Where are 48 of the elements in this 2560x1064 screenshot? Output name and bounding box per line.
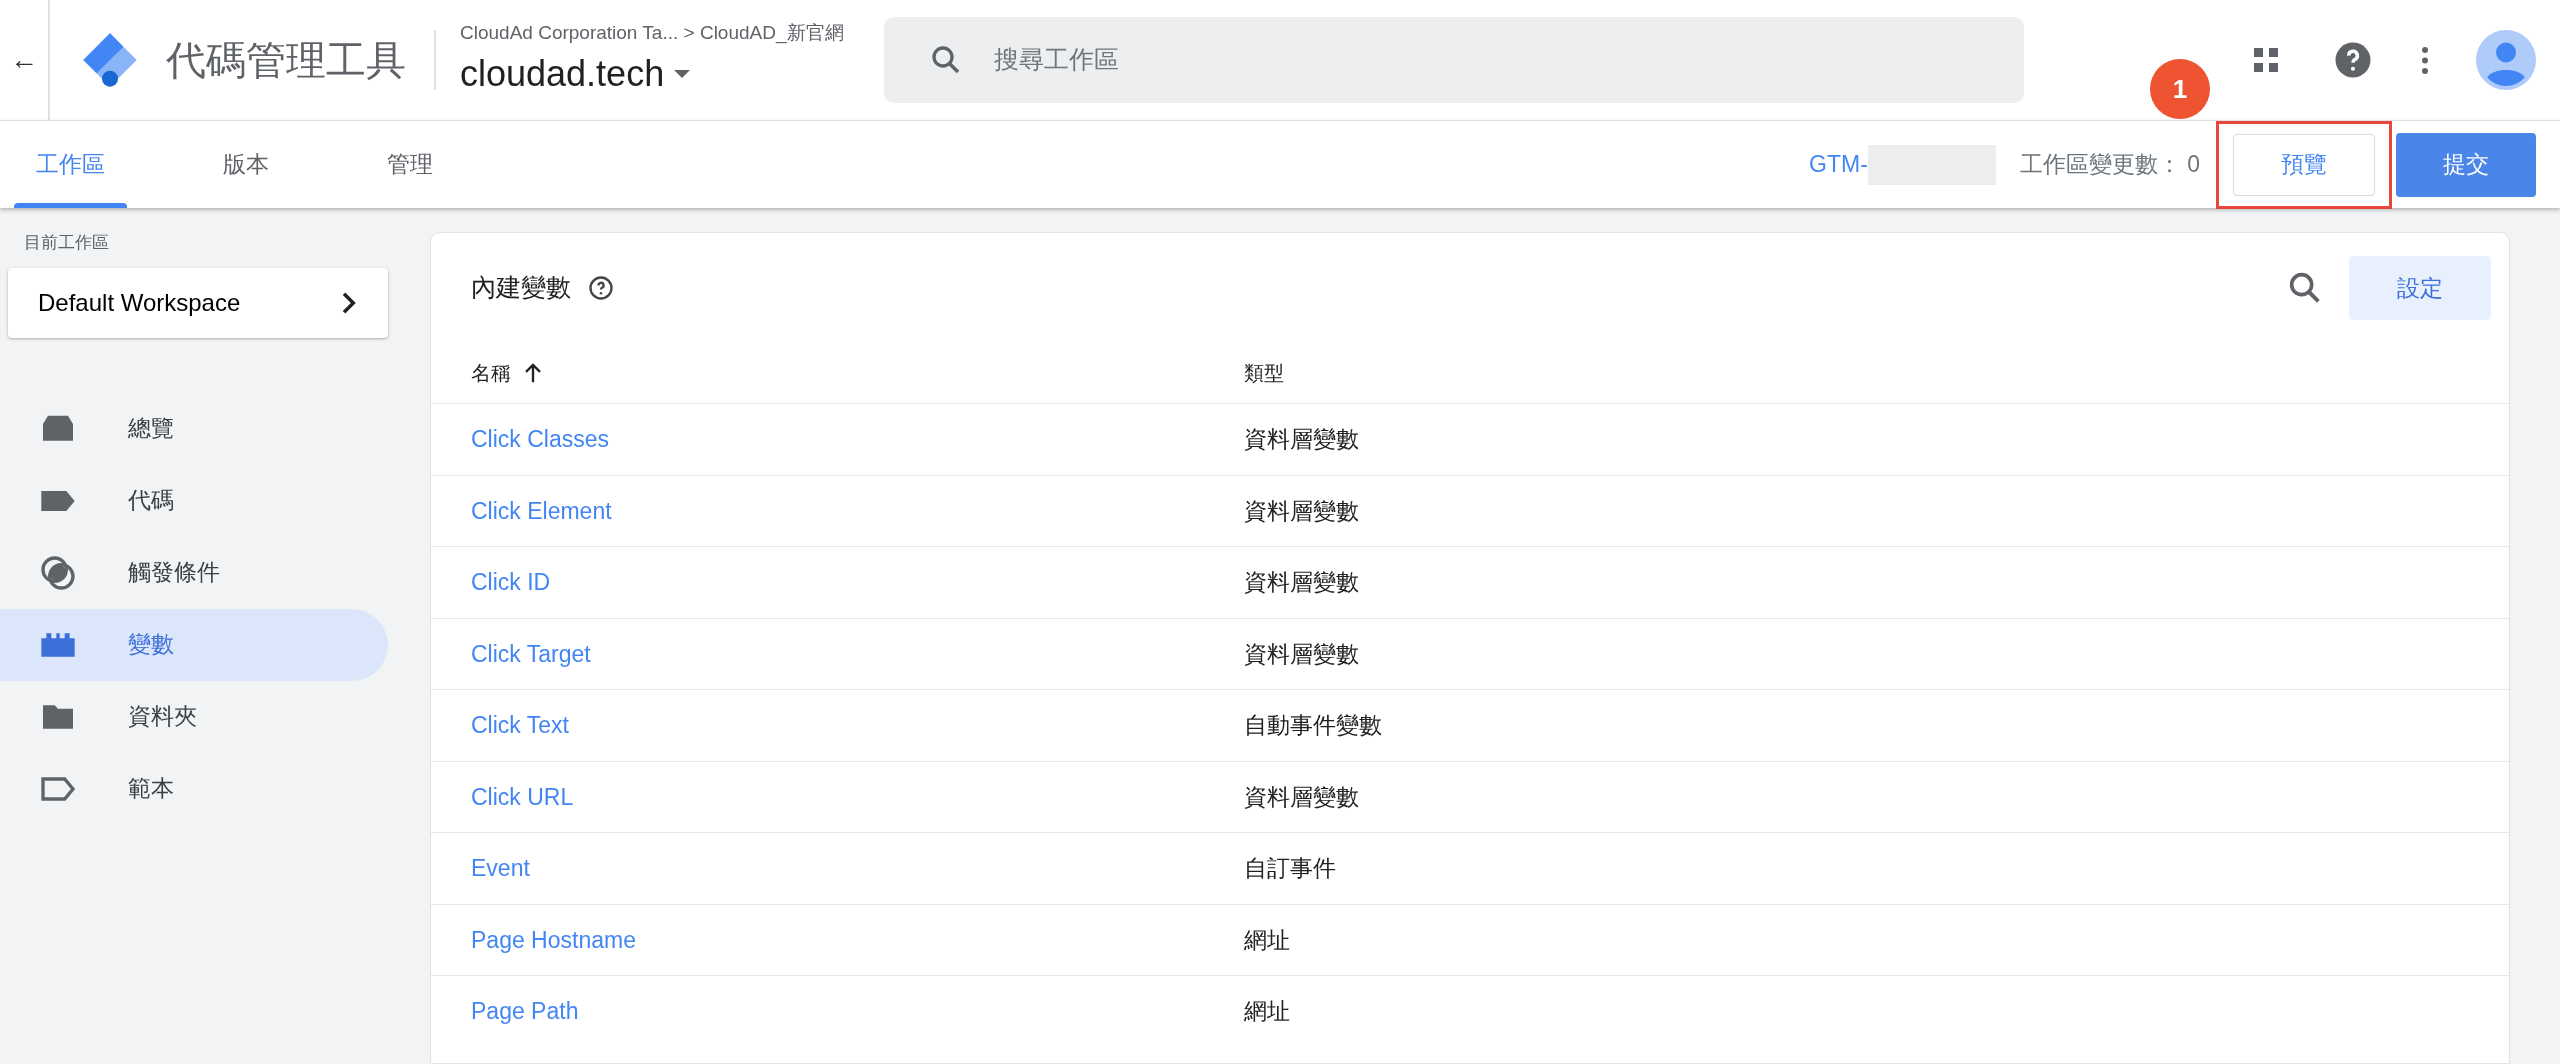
variable-link[interactable]: Click Classes <box>471 426 610 452</box>
container-id-link[interactable]: GTM- <box>1809 147 1868 182</box>
sidebar-item[interactable]: 範本 <box>0 752 388 825</box>
sidebar-item[interactable]: 變數 <box>0 608 388 681</box>
variable-link[interactable]: Click URL <box>471 783 574 810</box>
more-icon <box>2422 46 2428 74</box>
table-cell-text: 資料層變數 <box>1244 782 1359 812</box>
sidebar-heading: 目前工作區 <box>23 232 110 254</box>
table-cell-text: 自動事件變數 <box>1244 711 1382 740</box>
container-selector[interactable]: cloudad.tech <box>460 47 844 102</box>
preview-button[interactable]: 預覽 <box>2233 133 2375 196</box>
change-count: 工作區變更數： 0 <box>2019 150 2200 180</box>
column-header: 類型 <box>1244 361 1284 386</box>
breadcrumb: CloudAd Corporation Ta... > CloudAD_新官網 <box>460 20 844 46</box>
variable-link[interactable]: Event <box>471 855 530 881</box>
variable-link[interactable]: Page Hostname <box>471 926 636 953</box>
help-outline-icon <box>587 274 615 302</box>
variable-link[interactable]: Click Text <box>471 712 569 738</box>
table-cell-text: 自訂事件 <box>1244 854 1336 883</box>
tab[interactable]: 管理 <box>365 121 455 208</box>
table-cell-text: 網址 <box>1244 997 1290 1026</box>
more-button[interactable] <box>2422 46 2428 74</box>
search-field[interactable]: 搜尋工作區 <box>883 17 2024 103</box>
workspace-selector[interactable]: Default Workspace <box>8 267 388 338</box>
sidebar-item[interactable]: 總覽 <box>0 392 388 465</box>
table-cell-text: 資料層變數 <box>1244 425 1359 454</box>
avatar-icon <box>2476 30 2536 90</box>
card-title: 內建變數 <box>471 272 571 304</box>
sidebar-item[interactable]: 觸發條件 <box>0 536 388 609</box>
table-cell-text: 資料層變數 <box>1244 568 1359 597</box>
app-title: 代碼管理工具 <box>166 30 436 90</box>
tab[interactable]: 工作區 <box>14 121 127 208</box>
table-cell-text: 資料層變數 <box>1244 496 1359 526</box>
column-header: 名稱 <box>471 361 511 386</box>
submit-button[interactable]: 提交 <box>2396 132 2536 197</box>
table-cell-text: 網址 <box>1244 925 1290 955</box>
variable-link[interactable]: Click Element <box>471 497 612 524</box>
variable-link[interactable]: Click ID <box>471 569 551 595</box>
sidebar-item[interactable]: 資料夾 <box>0 680 388 753</box>
table-cell-text: 資料層變數 <box>1244 639 1359 669</box>
tab[interactable]: 版本 <box>201 121 291 208</box>
settings-button[interactable]: 設定 <box>2349 256 2491 320</box>
variable-link[interactable]: Page Path <box>471 998 579 1024</box>
account-button[interactable] <box>2476 30 2536 90</box>
variable-link[interactable]: Click Target <box>471 640 591 667</box>
search-input[interactable]: 搜尋工作區 <box>991 40 2024 80</box>
caret-icon <box>674 70 691 79</box>
sidebar-item[interactable]: 代碼 <box>0 464 388 537</box>
